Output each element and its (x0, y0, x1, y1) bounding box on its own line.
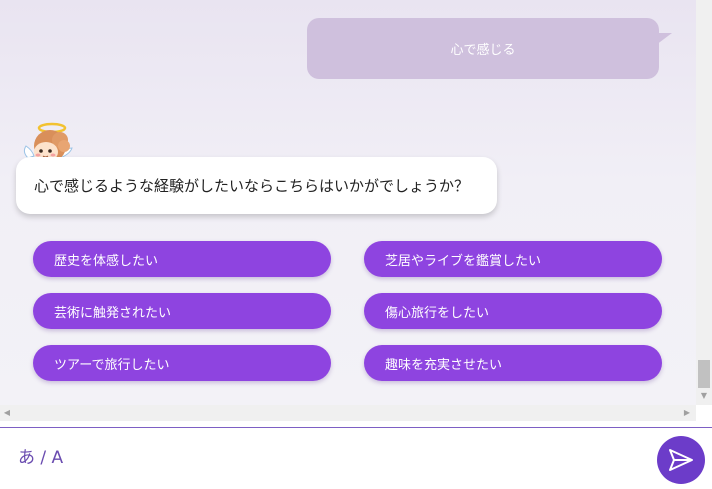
option-label: ツアーで旅行したい (54, 357, 170, 373)
send-button[interactable] (657, 436, 705, 484)
bot-message-text: 心で感じるような経験がしたいならこちらはいかがでしょうか？ (34, 177, 470, 195)
message-input-bar (0, 427, 712, 489)
option-button-art[interactable]: 芸術に触発されたい (33, 293, 331, 329)
bot-message-bubble: 心で感じるような経験がしたいならこちらはいかがでしょうか？ (16, 157, 497, 214)
option-button-theater[interactable]: 芝居やライブを鑑賞したい (364, 241, 662, 277)
option-label: 芝居やライブを鑑賞したい (385, 253, 542, 269)
option-label: 歴史を体感したい (54, 253, 159, 269)
scroll-left-arrow-icon[interactable]: ◀ (0, 405, 14, 421)
send-arrow-icon (669, 449, 693, 471)
user-bubble-tail (652, 33, 672, 45)
option-button-hobby[interactable]: 趣味を充実させたい (364, 345, 662, 381)
user-message-text: 心で感じる (450, 43, 516, 58)
option-label: 趣味を充実させたい (385, 357, 503, 373)
horizontal-scrollbar[interactable]: ◀ ▶ (0, 405, 696, 421)
chat-log: 心で感じる 心で感じるような経験がしたいならこちらはいかがでしょうか？ 歴史を体… (0, 0, 696, 405)
scroll-right-arrow-icon[interactable]: ▶ (680, 405, 694, 421)
message-input[interactable] (0, 428, 650, 488)
option-button-history[interactable]: 歴史を体感したい (33, 241, 331, 277)
vertical-scrollbar[interactable]: ▼ (696, 0, 712, 405)
scroll-down-arrow-icon[interactable]: ▼ (696, 390, 712, 402)
user-message-bubble: 心で感じる (307, 18, 659, 79)
option-button-tour[interactable]: ツアーで旅行したい (33, 345, 331, 381)
scrollbar-thumb[interactable] (698, 360, 710, 388)
option-label: 傷心旅行をしたい (385, 305, 490, 321)
option-label: 芸術に触発されたい (54, 305, 172, 321)
option-button-healing-trip[interactable]: 傷心旅行をしたい (364, 293, 662, 329)
